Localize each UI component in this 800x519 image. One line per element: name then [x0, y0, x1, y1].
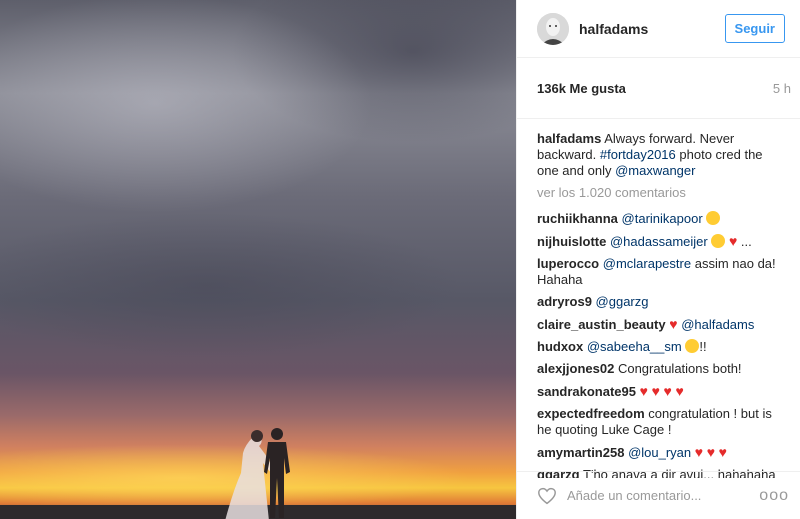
post-time[interactable]: 5 h — [773, 81, 791, 96]
comment-mention[interactable]: @hadassameijer — [610, 234, 708, 249]
comment-username[interactable]: hudxox — [537, 339, 583, 354]
comment-mention[interactable]: @sabeeha__sm — [587, 339, 682, 354]
caption-hashtag[interactable]: #fortday2016 — [600, 147, 676, 162]
comment-item: luperocco @mclarapestre assim nao da! Ha… — [537, 256, 781, 288]
comment-item: amymartin258 @lou_ryan ♥ ♥ ♥ — [537, 444, 781, 461]
sparkling-heart-emoji-icon: ♥ — [663, 383, 672, 399]
couple-silhouette — [225, 428, 290, 519]
comment-mention[interactable]: @tarinikapoor — [622, 211, 703, 226]
comment-text: ... — [740, 234, 752, 249]
comment-username[interactable]: sandrakonate95 — [537, 384, 636, 399]
comment-mention[interactable]: @lou_ryan — [628, 445, 691, 460]
comment-item: alexjjones02 Congratulations both! — [537, 361, 781, 377]
sparkling-heart-emoji-icon: ♥ — [675, 383, 684, 399]
ellipsis-icon[interactable]: ooo — [759, 487, 789, 505]
red-heart-emoji-icon: ♥ — [718, 444, 727, 460]
red-heart-emoji-icon: ♥ — [694, 444, 704, 460]
comment-bar: Añade un comentario... ooo — [517, 471, 800, 519]
comment-mention[interactable]: @mclarapestre — [603, 256, 691, 271]
comment-mention[interactable]: @ggarzg — [596, 294, 649, 309]
sparkling-heart-emoji-icon: ♥ — [639, 383, 648, 399]
post-photo[interactable] — [0, 0, 516, 519]
follow-button[interactable]: Seguir — [724, 14, 785, 43]
red-heart-emoji-icon: ♥ — [669, 316, 678, 332]
comment-username[interactable]: nijhuislotte — [537, 234, 606, 249]
view-all-comments-link[interactable]: ver los 1.020 comentarios — [537, 185, 781, 201]
red-heart-emoji-icon: ♥ — [706, 444, 716, 460]
caption: halfadams Always forward. Never backward… — [537, 131, 781, 179]
comment-item: hudxox @sabeeha__sm !! — [537, 339, 781, 355]
heart-eyes-emoji-icon — [711, 234, 726, 248]
comment-username[interactable]: amymartin258 — [537, 445, 624, 460]
comment-item: sandrakonate95 ♥ ♥ ♥ ♥ — [537, 383, 781, 400]
post-sidebar: halfadams Seguir 136k Me gusta 5 h halfa… — [516, 0, 800, 519]
post-header: halfadams Seguir — [517, 0, 800, 58]
red-heart-emoji-icon: ♥ — [728, 233, 738, 249]
comment-mention[interactable]: @halfadams — [681, 317, 754, 332]
comment-item: adryros9 @ggarzg — [537, 294, 781, 310]
caption-username[interactable]: halfadams — [537, 131, 601, 146]
comment-item: expectedfreedom congratulation ! but is … — [537, 406, 781, 438]
comment-item: nijhuislotte @hadassameijer ♥ ... — [537, 233, 781, 250]
caption-mention[interactable]: @maxwanger — [615, 163, 695, 178]
tired-face-emoji-icon — [685, 339, 700, 353]
comment-item: ruchiikhanna @tarinikapoor — [537, 211, 781, 227]
comment-username[interactable]: expectedfreedom — [537, 406, 645, 421]
sad-face-emoji-icon — [706, 211, 721, 225]
comment-text: !! — [699, 339, 707, 354]
comment-username[interactable]: alexjjones02 — [537, 361, 614, 376]
likes-count[interactable]: 136k Me gusta — [537, 81, 626, 96]
sparkling-heart-emoji-icon: ♥ — [651, 383, 660, 399]
comment-username[interactable]: luperocco — [537, 256, 599, 271]
heart-outline-icon[interactable] — [537, 487, 557, 505]
likes-row: 136k Me gusta 5 h — [517, 58, 800, 119]
comments-list: halfadams Always forward. Never backward… — [517, 119, 800, 478]
comment-item: claire_austin_beauty ♥ @halfadams — [537, 316, 781, 333]
avatar-face-icon — [537, 12, 569, 45]
avatar[interactable] — [537, 12, 569, 45]
comment-text: Congratulations both! — [617, 361, 742, 376]
comment-username[interactable]: adryros9 — [537, 294, 592, 309]
add-comment-input[interactable]: Añade un comentario... — [567, 488, 759, 503]
comment-username[interactable]: claire_austin_beauty — [537, 317, 666, 332]
comment-username[interactable]: ruchiikhanna — [537, 211, 618, 226]
post-username[interactable]: halfadams — [579, 21, 725, 37]
